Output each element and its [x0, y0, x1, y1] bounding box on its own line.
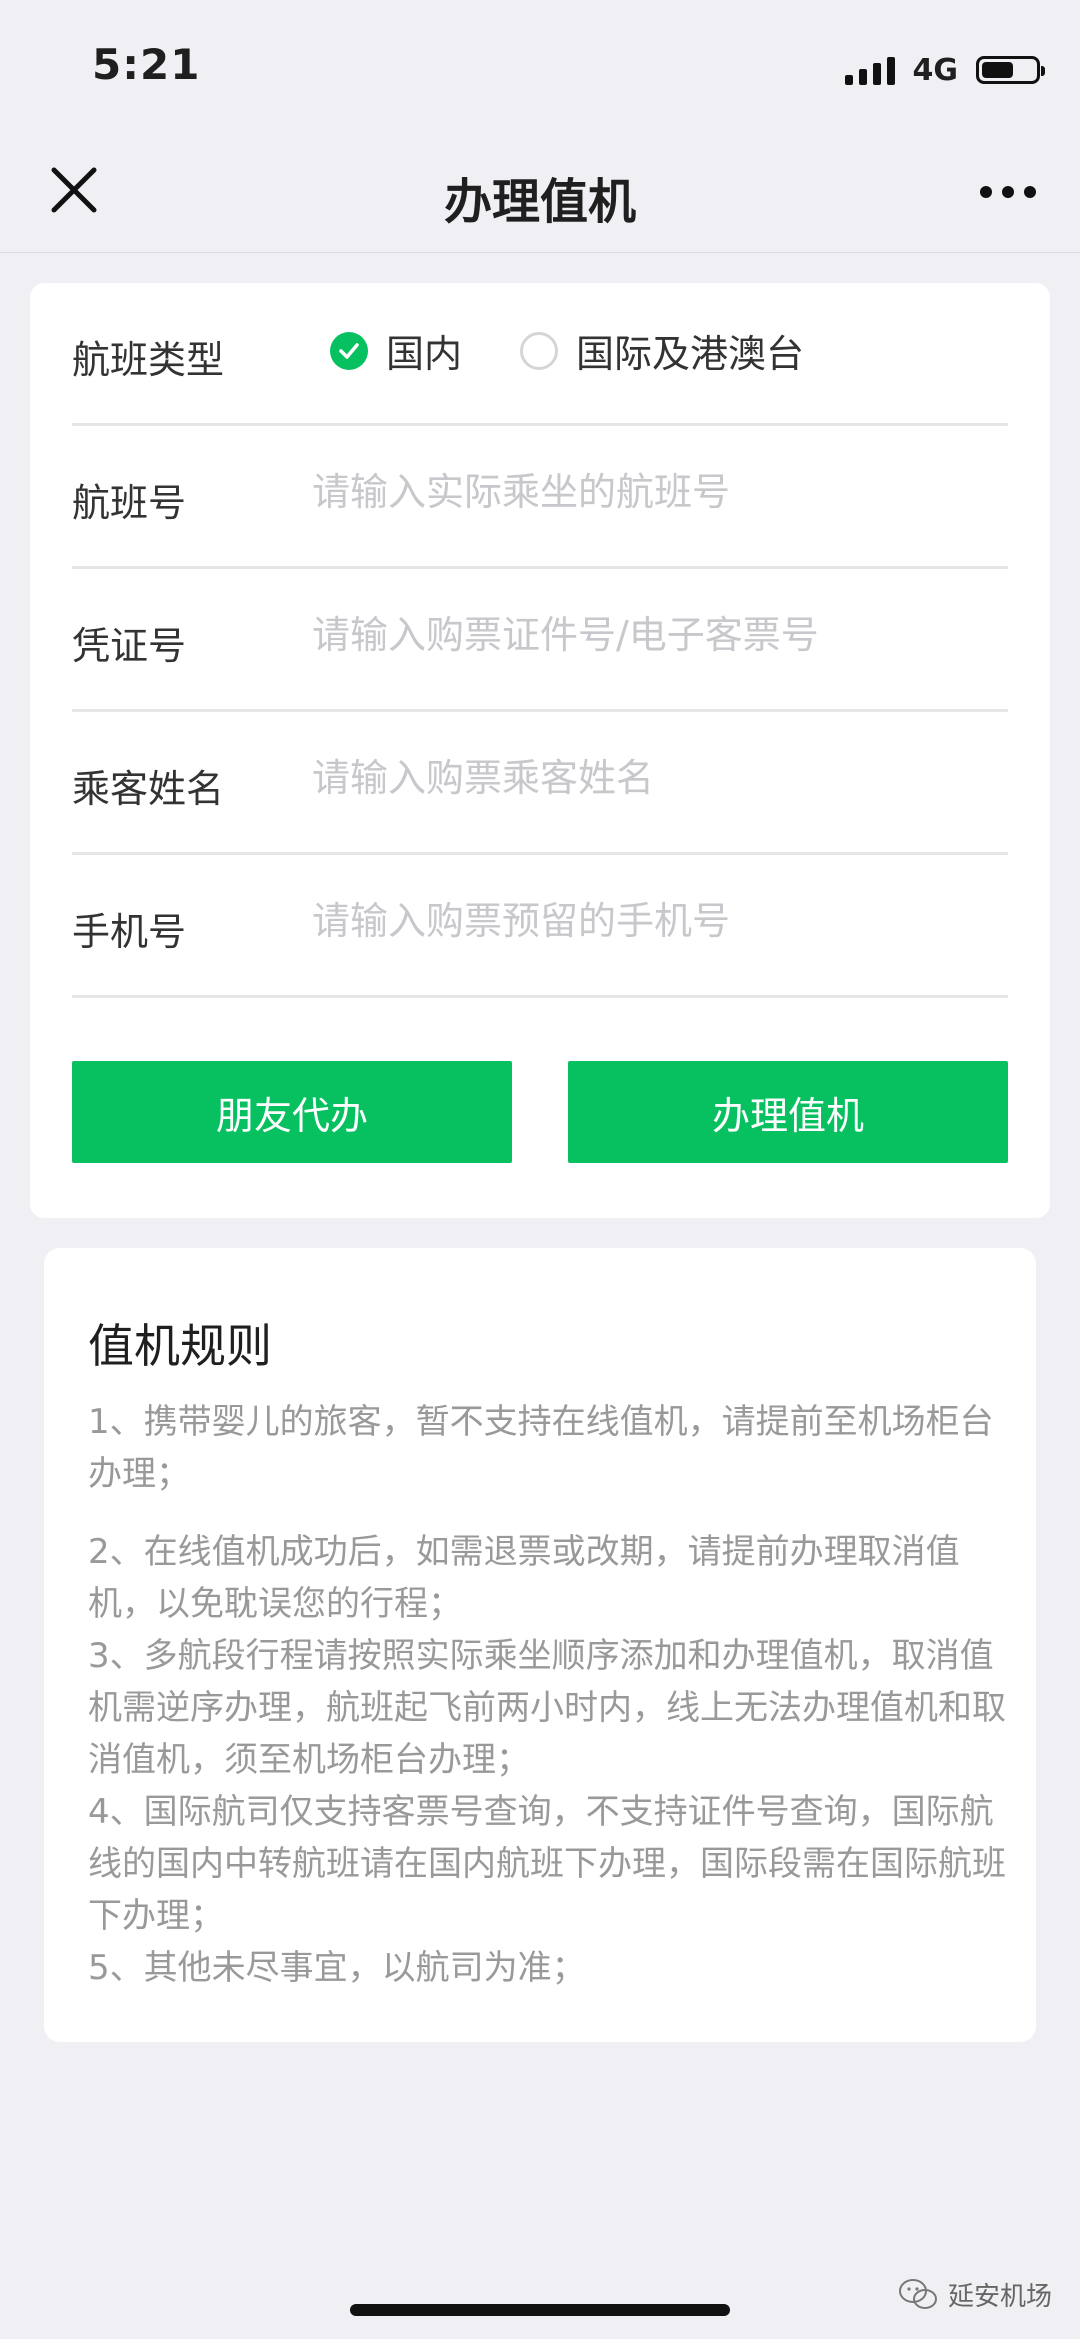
passenger-name-row: 乘客姓名: [72, 712, 1008, 855]
battery-icon: [976, 56, 1045, 84]
flight-type-radio-group: 国内 国际及港澳台: [330, 323, 862, 378]
status-time: 5:21: [92, 40, 201, 89]
phone-input[interactable]: [312, 889, 1002, 953]
radio-international-label: 国际及港澳台: [576, 332, 805, 376]
voucher-row: 凭证号: [72, 569, 1008, 712]
phone-row: 手机号: [72, 855, 1008, 998]
flight-type-label: 航班类型: [72, 338, 225, 382]
rules-title: 值机规则: [88, 1319, 272, 1373]
rule-item: 2、在线值机成功后，如需退票或改期，请提前办理取消值机，以免耽误您的行程；: [88, 1532, 960, 1624]
voucher-label: 凭证号: [72, 624, 187, 668]
flight-number-label: 航班号: [72, 481, 187, 525]
home-indicator: [350, 2304, 730, 2316]
rule-item: 3、多航段行程请按照实际乘坐顺序添加和办理值机，取消值机需逆序办理，航班起飞前两…: [88, 1636, 1006, 1780]
status-indicators: 4G: [844, 52, 1045, 88]
rule-item: 5、其他未尽事宜，以航司为准；: [88, 1948, 586, 1988]
wechat-icon: [898, 2278, 937, 2309]
flight-number-input[interactable]: [312, 460, 1002, 524]
checkin-button[interactable]: 办理值机: [568, 1061, 1008, 1163]
voucher-input[interactable]: [312, 603, 1002, 667]
passenger-name-input[interactable]: [312, 746, 1002, 810]
rule-item: 4、国际航司仅支持客票号查询，不支持证件号查询，国际航线的国内中转航班请在国内航…: [88, 1792, 1006, 1936]
radio-domestic[interactable]: 国内: [330, 323, 462, 378]
rule-item: 1、携带婴儿的旅客，暂不支持在线值机，请提前至机场柜台办理；: [88, 1402, 994, 1494]
network-label: 4G: [912, 52, 959, 88]
checkin-form-card: 航班类型 国内 国际及港澳台 航班号 凭证号 乘客姓名: [30, 283, 1050, 1218]
passenger-name-label: 乘客姓名: [72, 767, 225, 811]
more-icon[interactable]: [980, 186, 1036, 198]
status-bar: 5:21 4G: [0, 0, 1080, 140]
watermark-label: 延安机场: [947, 2282, 1052, 2312]
flight-type-row: 航班类型 国内 国际及港澳台: [72, 283, 1008, 426]
battery-fill: [982, 62, 1013, 78]
radio-domestic-label: 国内: [386, 332, 463, 376]
signal-icon: [844, 55, 895, 85]
friend-checkin-button[interactable]: 朋友代办: [72, 1061, 512, 1163]
rules-list: 1、携带婴儿的旅客，暂不支持在线值机，请提前至机场柜台办理； 2、在线值机成功后…: [88, 1396, 1008, 1994]
watermark: 延安机场: [898, 2276, 1052, 2313]
phone-label: 手机号: [72, 910, 187, 954]
nav-bar: 办理值机: [0, 140, 1080, 253]
flight-number-row: 航班号: [72, 426, 1008, 569]
radio-international[interactable]: 国际及港澳台: [520, 323, 804, 378]
page-title: 办理值机: [443, 174, 636, 230]
empty-circle-icon: [520, 331, 559, 370]
check-circle-icon: [330, 331, 368, 370]
checkin-rules-card: 值机规则 1、携带婴儿的旅客，暂不支持在线值机，请提前至机场柜台办理； 2、在线…: [44, 1248, 1036, 2042]
